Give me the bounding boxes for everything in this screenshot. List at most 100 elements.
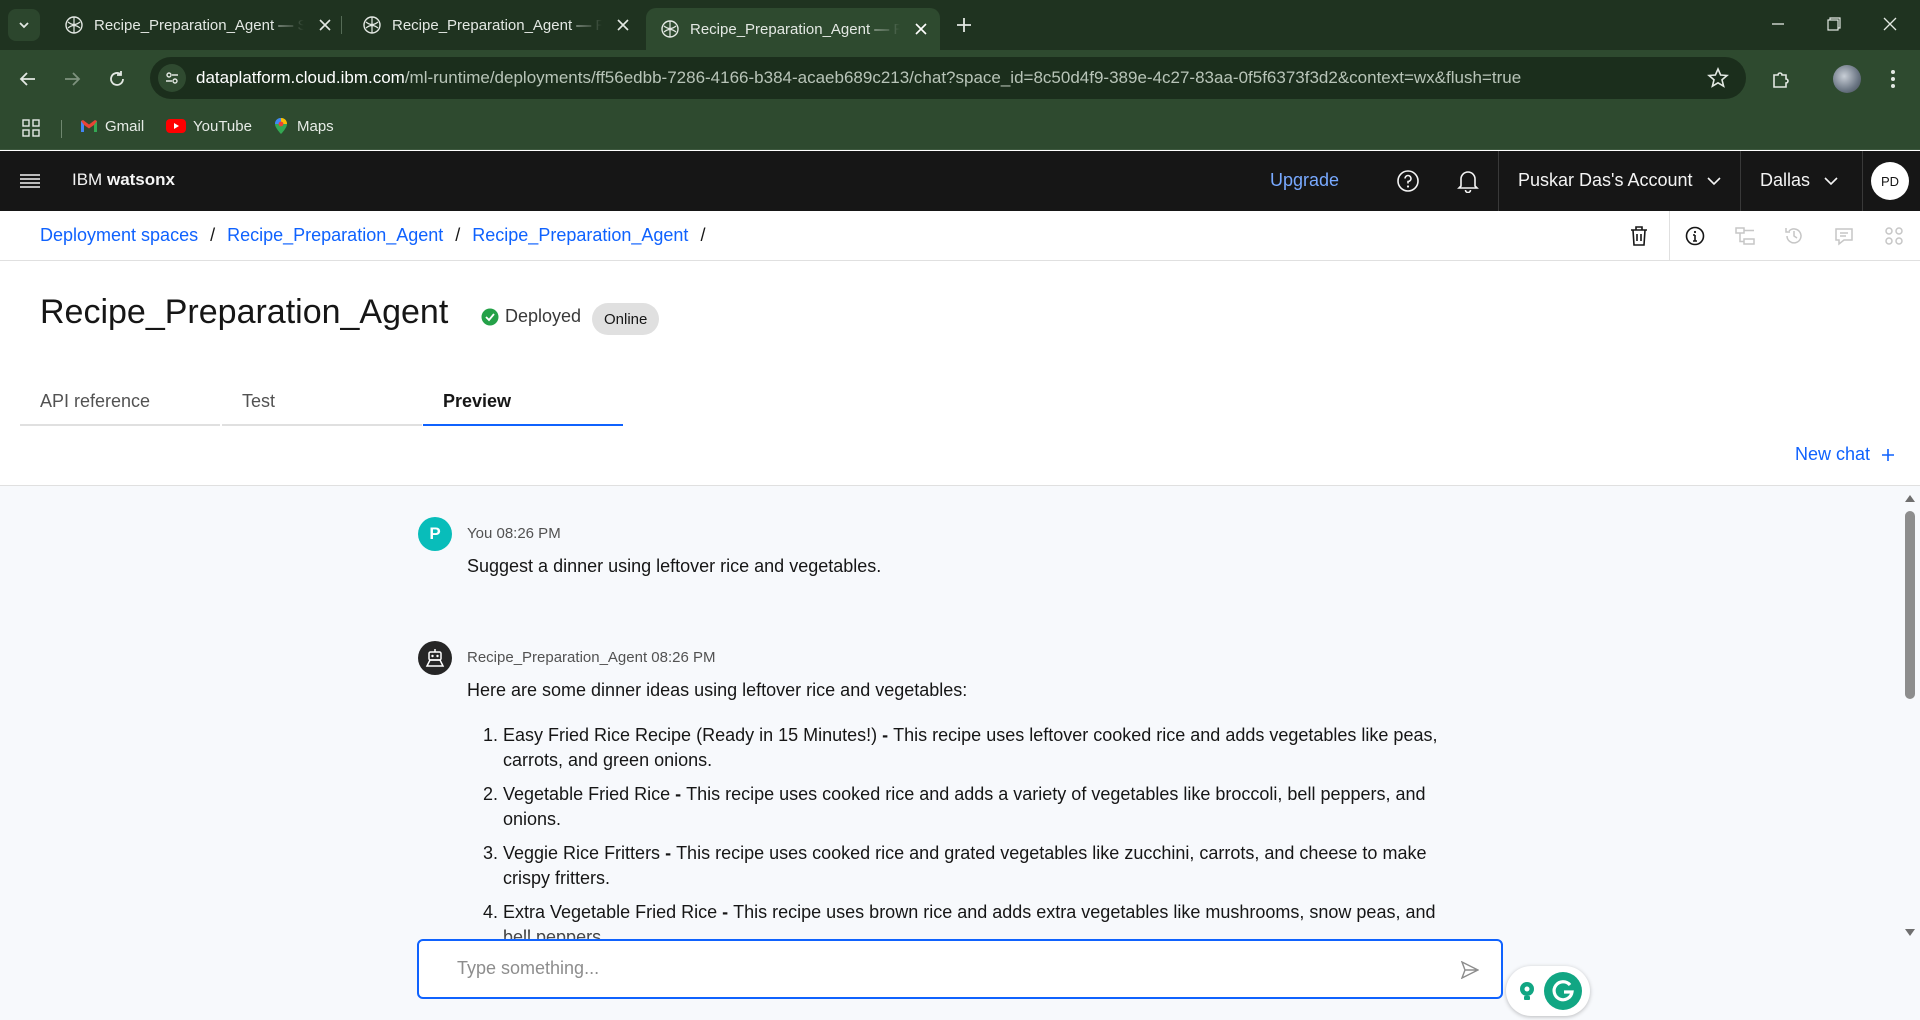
list-item: 2. Vegetable Fried Rice - This recipe use… bbox=[467, 782, 1467, 832]
bookmark-maps[interactable]: Maps bbox=[272, 117, 334, 135]
item-title: Veggie Rice Fritters bbox=[503, 843, 661, 863]
bookmark-star-icon[interactable] bbox=[1706, 66, 1730, 90]
item-title: Easy Fried Rice Recipe (Ready in 15 Minu… bbox=[503, 725, 878, 745]
comments-button[interactable] bbox=[1832, 224, 1856, 248]
bookmark-gmail[interactable]: Gmail bbox=[80, 117, 144, 135]
chat-scrollbar[interactable] bbox=[1900, 486, 1920, 1020]
agent-avatar bbox=[418, 641, 452, 675]
bookmark-separator bbox=[61, 120, 62, 138]
scrollbar-thumb[interactable] bbox=[1905, 511, 1915, 699]
product-name[interactable]: IBM watsonx bbox=[72, 170, 175, 190]
reload-button[interactable] bbox=[100, 62, 134, 96]
bookmarks-bar: Gmail YouTube Maps bbox=[0, 107, 1920, 150]
grammarly-logo bbox=[1543, 972, 1582, 1010]
url-text: dataplatform.cloud.ibm.com/ml-runtime/de… bbox=[196, 68, 1521, 88]
tab-preview[interactable]: Preview bbox=[423, 378, 623, 426]
watsonx-favicon-icon bbox=[65, 16, 83, 34]
scroll-down-arrow-icon[interactable] bbox=[1904, 927, 1916, 939]
chevron-down-icon bbox=[19, 22, 29, 29]
address-bar[interactable]: dataplatform.cloud.ibm.com/ml-runtime/de… bbox=[150, 57, 1746, 99]
breadcrumb-space[interactable]: Recipe_Preparation_Agent bbox=[227, 225, 443, 246]
app-header: IBM watsonx Upgrade Puskar Das's Account… bbox=[0, 151, 1920, 211]
list-number: 1. bbox=[483, 725, 499, 745]
list-number: 2. bbox=[483, 784, 499, 804]
tab-api-reference[interactable]: API reference bbox=[20, 378, 220, 426]
browser-menu-button[interactable] bbox=[1876, 62, 1910, 96]
extensions-button[interactable] bbox=[1764, 62, 1798, 96]
item-title: Vegetable Fried Rice bbox=[503, 784, 671, 804]
browser-tab-1[interactable]: Recipe_Preparation_Agent — Sp bbox=[50, 8, 344, 42]
trash-icon bbox=[1631, 226, 1647, 246]
deployment-status: Deployed bbox=[481, 306, 581, 327]
flow-button[interactable] bbox=[1733, 224, 1757, 248]
breadcrumb-separator: / bbox=[455, 225, 461, 245]
profile-button[interactable] bbox=[1830, 62, 1864, 96]
user-avatar: P bbox=[418, 517, 452, 551]
breadcrumb-deployment-spaces[interactable]: Deployment spaces bbox=[40, 225, 198, 246]
tab-test[interactable]: Test bbox=[222, 378, 422, 426]
url-host: dataplatform.cloud.ibm.com bbox=[196, 68, 405, 87]
region-switcher[interactable]: Dallas bbox=[1760, 170, 1838, 191]
tab-close-icon[interactable] bbox=[614, 16, 632, 34]
notifications-button[interactable] bbox=[1448, 161, 1488, 201]
browser-tab-3-active[interactable]: Recipe_Preparation_Agent — Re bbox=[646, 8, 940, 50]
tab-title: Recipe_Preparation_Agent — Re bbox=[690, 20, 900, 38]
grammarly-widget[interactable] bbox=[1506, 966, 1590, 1016]
tab-search-button[interactable] bbox=[8, 9, 40, 41]
arrow-left-icon bbox=[19, 72, 35, 86]
send-icon bbox=[1461, 961, 1479, 979]
robot-icon bbox=[425, 649, 445, 667]
upgrade-link[interactable]: Upgrade bbox=[1270, 170, 1339, 191]
breadcrumb-separator: / bbox=[700, 225, 706, 245]
list-item: 1. Easy Fried Rice Recipe (Ready in 15 Mi… bbox=[467, 723, 1467, 773]
bookmark-label: Gmail bbox=[105, 117, 145, 135]
tab-close-icon[interactable] bbox=[316, 16, 334, 34]
restore-icon bbox=[1827, 17, 1841, 31]
restore-button[interactable] bbox=[1806, 0, 1862, 48]
browser-toolbar: dataplatform.cloud.ibm.com/ml-runtime/de… bbox=[0, 50, 1920, 107]
tab-separator bbox=[341, 16, 342, 34]
lightbulb-icon bbox=[1519, 982, 1534, 1000]
gmail-icon bbox=[81, 120, 97, 132]
apps-button[interactable] bbox=[1882, 224, 1906, 248]
help-icon bbox=[1397, 170, 1419, 192]
action-divider bbox=[1669, 211, 1670, 261]
minimize-button[interactable] bbox=[1750, 0, 1806, 48]
message-composer bbox=[417, 939, 1503, 999]
reload-icon bbox=[110, 71, 124, 86]
info-button[interactable] bbox=[1683, 224, 1707, 248]
header-divider bbox=[1740, 151, 1741, 211]
main-menu-button[interactable] bbox=[10, 161, 50, 201]
scroll-up-arrow-icon[interactable] bbox=[1904, 492, 1916, 504]
site-info-button[interactable] bbox=[158, 64, 186, 92]
message-input[interactable] bbox=[457, 958, 1437, 979]
back-button[interactable] bbox=[11, 62, 45, 96]
user-avatar[interactable]: PD bbox=[1871, 162, 1909, 200]
tab-close-icon[interactable] bbox=[912, 20, 930, 38]
bookmark-youtube[interactable]: YouTube bbox=[166, 117, 252, 135]
forward-button[interactable] bbox=[55, 62, 89, 96]
item-separator: - bbox=[660, 843, 677, 863]
account-name: Puskar Das's Account bbox=[1518, 170, 1693, 190]
help-button[interactable] bbox=[1388, 161, 1428, 201]
send-button[interactable] bbox=[1459, 959, 1481, 981]
list-number: 3. bbox=[483, 843, 499, 863]
new-chat-button[interactable]: New chat bbox=[1795, 444, 1895, 465]
url-path: /ml-runtime/deployments/ff56edbb-7286-41… bbox=[404, 68, 1522, 87]
browser-tab-2[interactable]: Recipe_Preparation_Agent — Re bbox=[348, 8, 642, 42]
bookmark-label: Maps bbox=[297, 117, 334, 135]
grammarly-g-icon bbox=[1551, 980, 1574, 1002]
tune-icon bbox=[166, 72, 178, 84]
delete-button[interactable] bbox=[1627, 224, 1651, 248]
breadcrumb-deployment[interactable]: Recipe_Preparation_Agent bbox=[472, 225, 688, 246]
apps-button[interactable] bbox=[22, 119, 40, 137]
list-number: 4. bbox=[483, 902, 499, 922]
chevron-down-icon bbox=[1706, 176, 1721, 185]
close-window-button[interactable] bbox=[1862, 0, 1918, 48]
bookmark-label: YouTube bbox=[193, 117, 252, 135]
history-button[interactable] bbox=[1782, 224, 1806, 248]
close-icon bbox=[1883, 17, 1897, 31]
account-switcher[interactable]: Puskar Das's Account bbox=[1518, 170, 1721, 191]
new-tab-button[interactable] bbox=[950, 11, 978, 39]
chevron-down-icon bbox=[1824, 176, 1838, 185]
